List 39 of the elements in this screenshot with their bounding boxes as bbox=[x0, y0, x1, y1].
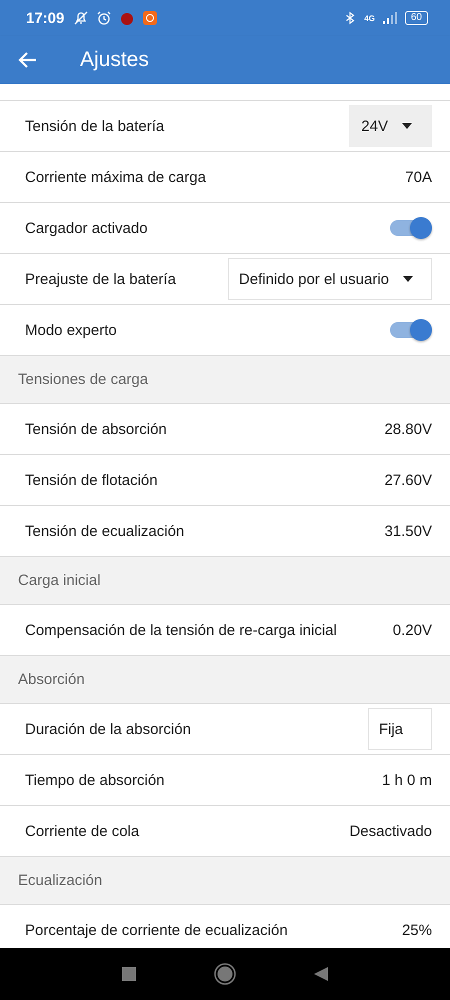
caret-icon bbox=[403, 276, 413, 282]
setting-value[interactable]: 31.50V bbox=[384, 522, 432, 540]
setting-value[interactable]: 28.80V bbox=[384, 420, 432, 438]
home-icon[interactable] bbox=[214, 963, 236, 985]
bluetooth-icon bbox=[343, 10, 358, 26]
setting-label: Compensación de la tensión de re-carga inicial bbox=[25, 622, 337, 638]
setting-value[interactable]: 0.20V bbox=[392, 622, 432, 638]
setting-value[interactable]: Desactivado bbox=[349, 822, 432, 840]
dropdown[interactable]: 24V bbox=[349, 105, 432, 147]
setting-value[interactable]: 1 h 0 m bbox=[382, 772, 432, 788]
setting-value[interactable]: 70A bbox=[405, 168, 432, 186]
setting-label: Tensión de la batería bbox=[25, 118, 164, 134]
clock-time: 17:09 bbox=[26, 10, 64, 26]
setting-value[interactable]: 25% bbox=[402, 922, 432, 938]
battery-level: 60 bbox=[404, 11, 428, 25]
setting-label: Corriente de cola bbox=[25, 822, 140, 840]
screen-title: Ajustes bbox=[80, 48, 149, 72]
bell-off-icon bbox=[73, 10, 90, 26]
app-icon bbox=[119, 10, 136, 26]
setting-value[interactable]: 27.60V bbox=[384, 472, 432, 488]
setting-label: Tensión de ecualización bbox=[25, 522, 184, 540]
setting-label: Modo experto bbox=[25, 322, 117, 338]
setting-label: Cargador activado bbox=[25, 220, 148, 236]
setting-label: Tensión de absorción bbox=[25, 420, 167, 438]
setting-label: Corriente máxima de carga bbox=[25, 168, 206, 186]
alarm-icon bbox=[96, 10, 112, 26]
setting-label: Tensión de flotación bbox=[25, 472, 158, 488]
signal-icon bbox=[382, 11, 398, 25]
back-icon[interactable] bbox=[314, 967, 328, 981]
setting-label: Porcentaje de corriente de ecualización bbox=[25, 922, 288, 938]
dropdown[interactable]: Definido por el usuario bbox=[228, 258, 432, 300]
network-type: 4G bbox=[364, 14, 375, 22]
input-field[interactable]: Fija bbox=[368, 708, 432, 750]
back-arrow-icon bbox=[18, 50, 38, 70]
caret-icon bbox=[402, 123, 412, 129]
setting-label: Duración de la absorción bbox=[25, 720, 191, 738]
app-icon bbox=[142, 10, 158, 26]
setting-label: Tiempo de absorción bbox=[25, 772, 165, 788]
setting-label: Preajuste de la batería bbox=[25, 270, 176, 288]
